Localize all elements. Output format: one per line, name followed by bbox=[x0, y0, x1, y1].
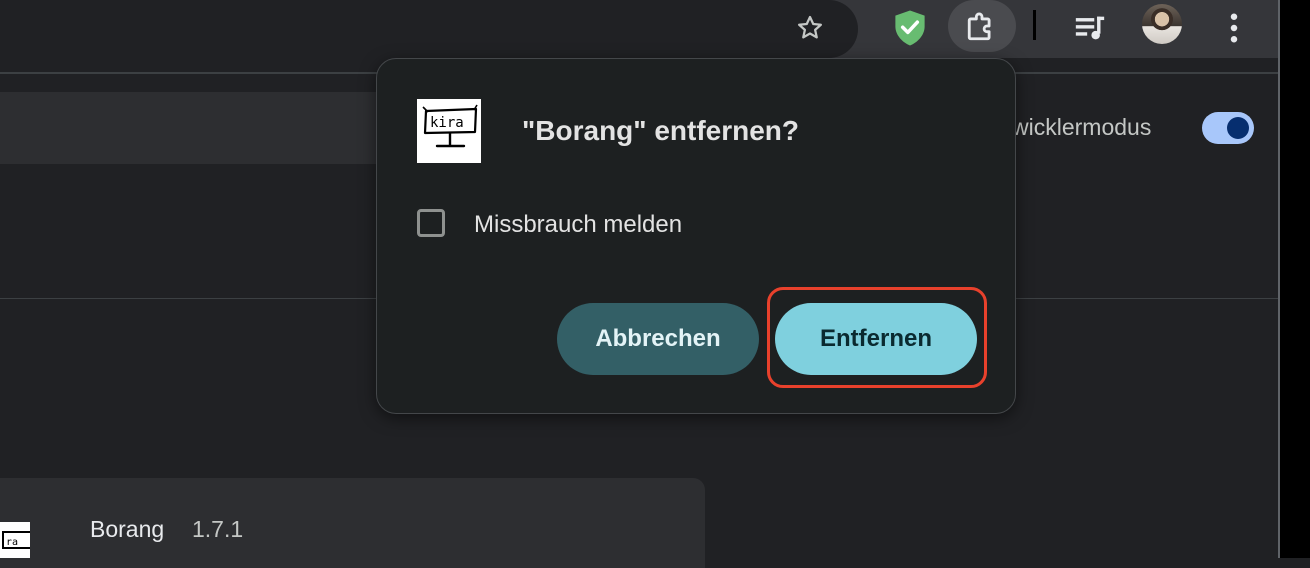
developer-mode-toggle[interactable] bbox=[1202, 112, 1254, 144]
cancel-button[interactable]: Abbrechen bbox=[557, 303, 759, 375]
more-menu-icon[interactable] bbox=[1210, 4, 1258, 52]
extensions-search-bar[interactable] bbox=[0, 92, 380, 164]
window-border bbox=[1278, 0, 1280, 558]
svg-text:kira: kira bbox=[430, 115, 464, 131]
extension-name: Borang bbox=[90, 516, 165, 542]
dialog-title: "Borang" entfernen? bbox=[522, 115, 800, 146]
extensions-puzzle-icon[interactable] bbox=[948, 0, 1016, 52]
avatar[interactable] bbox=[1142, 4, 1182, 44]
remove-extension-dialog: kira "Borang" entfernen? Missbrauch meld… bbox=[376, 58, 1016, 414]
report-abuse-checkbox[interactable] bbox=[417, 209, 445, 237]
toggle-knob bbox=[1227, 117, 1249, 139]
bookmark-star-icon[interactable] bbox=[792, 10, 828, 46]
svg-text:ra: ra bbox=[6, 537, 18, 548]
developer-mode-label: wicklermodus bbox=[1012, 114, 1152, 140]
extension-logo: kira bbox=[417, 99, 481, 163]
browser-toolbar bbox=[0, 0, 1278, 58]
extension-logo: ra bbox=[0, 522, 30, 558]
address-bar[interactable] bbox=[0, 0, 858, 58]
reading-list-icon[interactable] bbox=[1066, 4, 1114, 52]
remove-button[interactable]: Entfernen bbox=[775, 303, 977, 375]
adguard-shield-icon[interactable] bbox=[886, 4, 934, 52]
report-abuse-label[interactable]: Missbrauch melden bbox=[474, 211, 682, 239]
extension-version: 1.7.1 bbox=[192, 516, 244, 542]
toolbar-separator bbox=[1033, 10, 1036, 40]
window-edge bbox=[1278, 0, 1310, 558]
